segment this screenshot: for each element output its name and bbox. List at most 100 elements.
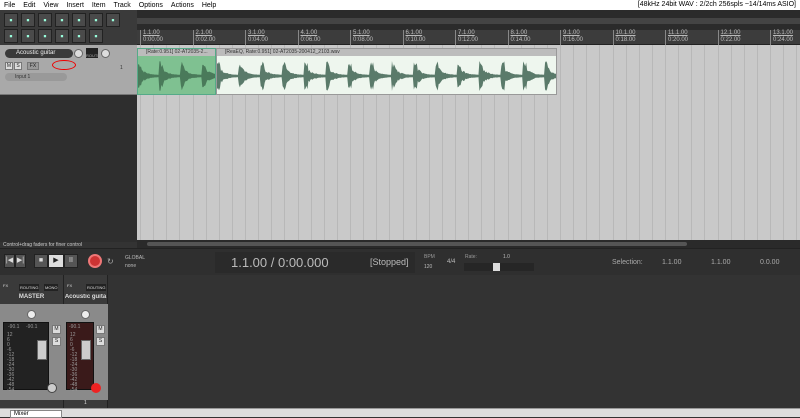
volume-fader[interactable]	[37, 340, 47, 360]
track-number: 1	[120, 65, 123, 71]
mute-button[interactable]: M	[5, 62, 13, 70]
grid-line	[625, 45, 627, 240]
position-readout: 1.1.00 / 0:00.000	[231, 255, 329, 270]
volume-fader[interactable]	[81, 340, 91, 360]
menu-insert[interactable]: Insert	[66, 2, 84, 9]
ruler-mark: 6.1.00 0:10.00	[402, 30, 426, 45]
ruler-mark: 4.1.00 0:06.00	[297, 30, 321, 45]
selection-length[interactable]: 0.0.00	[760, 259, 779, 266]
ruler-mark: 1.1.00 0:00.00	[140, 30, 163, 45]
input-select[interactable]: Input 1	[5, 73, 67, 81]
track-control-panel[interactable]: Acoustic guitar ROUTE M S FX Input 1 1	[0, 45, 137, 95]
selection-end[interactable]: 1.1.00	[711, 259, 730, 266]
menu-actions[interactable]: Actions	[171, 2, 194, 9]
grid-line	[783, 45, 785, 240]
grid-line	[756, 45, 758, 240]
bpm-value[interactable]: 120	[424, 264, 432, 270]
item-label: [ReaEQ, Rate:0.951] 02-AT2035-200412_210…	[217, 49, 556, 56]
redo-icon[interactable]: ▪	[89, 13, 103, 27]
menu-options[interactable]: Options	[139, 2, 163, 9]
solo-button[interactable]: S	[14, 62, 22, 70]
automation-mode[interactable]: none	[125, 263, 136, 269]
ruler-mark: 8.1.00 0:14.00	[507, 30, 531, 45]
route-button[interactable]: ROUTE	[86, 48, 100, 58]
grid-line	[586, 45, 588, 240]
track-name[interactable]: Acoustic guitar	[5, 49, 73, 58]
global-automation-label[interactable]: GLOBAL	[125, 255, 145, 261]
fx-button[interactable]: FX	[3, 283, 8, 288]
snap-icon[interactable]: ▪	[4, 29, 18, 43]
routing-button[interactable]: ROUTING	[86, 284, 107, 291]
time-display[interactable]: 1.1.00 / 0:00.000 [Stopped]	[215, 252, 415, 273]
routing-button[interactable]: ROUTING	[19, 284, 40, 291]
grid-line	[730, 45, 732, 240]
selection-label: Selection:	[612, 259, 643, 266]
fx-button[interactable]: FX	[27, 62, 39, 70]
menu-bar: File Edit View Insert Item Track Options Action…	[0, 0, 800, 10]
pan-knob[interactable]	[101, 49, 110, 58]
volume-knob[interactable]	[74, 49, 83, 58]
track-number: 1	[84, 400, 87, 406]
menu-track[interactable]: Track	[114, 2, 131, 9]
open-project-icon[interactable]: ▪	[21, 13, 35, 27]
solo-button[interactable]: S	[52, 337, 61, 346]
menu-edit[interactable]: Edit	[23, 2, 35, 9]
horizontal-scrollbar[interactable]	[137, 240, 800, 248]
ruler-mark: 9.1.00 0:16.00	[560, 30, 583, 45]
go-to-start-button[interactable]: |◀	[4, 254, 15, 268]
selection-start[interactable]: 1.1.00	[662, 259, 681, 266]
save-project-icon[interactable]: ▪	[38, 13, 52, 27]
record-arm-button[interactable]	[91, 383, 101, 393]
media-item[interactable]: [ReaEQ, Rate:0.951] 02-AT2035-200412_210…	[216, 48, 557, 95]
menu-item[interactable]: Item	[92, 2, 106, 9]
menu-help[interactable]: Help	[202, 2, 216, 9]
arrange-view[interactable]: [Rate:0.951] 02-AT2035-2... [ReaEQ, Rate…	[137, 45, 800, 240]
pan-knob[interactable]	[27, 310, 36, 319]
media-item-selected[interactable]: [Rate:0.951] 02-AT2035-2...	[137, 48, 216, 95]
lock-icon[interactable]: ▪	[89, 29, 103, 43]
play-button[interactable]: ▶	[48, 254, 64, 268]
time-signature[interactable]: 4/4	[447, 259, 455, 265]
grid-line	[691, 45, 693, 240]
rate-slider[interactable]	[464, 263, 534, 271]
menu-file[interactable]: File	[4, 2, 15, 9]
repeat-icon[interactable]: ↻	[107, 257, 114, 266]
project-settings-icon[interactable]: ▪	[55, 13, 69, 27]
mute-button[interactable]: M	[52, 325, 61, 334]
ripple-icon[interactable]: ▪	[21, 29, 35, 43]
pan-knob[interactable]	[81, 310, 90, 319]
stop-button[interactable]: ■	[34, 254, 48, 268]
grid-line	[717, 45, 719, 240]
grid-line	[612, 45, 614, 240]
envelope-button[interactable]	[52, 60, 76, 70]
ruler-mark: 3.1.00 0:04.00	[245, 30, 268, 45]
pause-button[interactable]: II	[64, 254, 78, 268]
grid-line	[770, 45, 771, 240]
docker-tabs: Mixer	[0, 408, 800, 418]
menu-view[interactable]: View	[43, 2, 58, 9]
mute-button[interactable]: M	[96, 325, 105, 334]
strip-name: Acoustic guita	[64, 294, 107, 300]
lines-icon[interactable]: ▪	[55, 29, 69, 43]
undo-icon[interactable]: ▪	[72, 13, 86, 27]
grid-line	[678, 45, 680, 240]
grid-line	[573, 45, 575, 240]
record-button[interactable]	[88, 254, 102, 268]
meter-scale-label: -54	[7, 387, 15, 393]
go-to-end-button[interactable]: ▶|	[15, 254, 26, 268]
mono-button[interactable]: MONO	[44, 284, 59, 291]
grid-line	[560, 45, 561, 240]
ruler-mark: 5.1.00 0:08.00	[350, 30, 373, 45]
grid-line	[796, 45, 798, 240]
solo-button[interactable]: S	[96, 337, 105, 346]
grid-icon[interactable]: ▪	[38, 29, 52, 43]
grid-line	[638, 45, 640, 240]
rate-label: Rate:	[465, 254, 477, 260]
loop-icon[interactable]: ▪	[72, 29, 86, 43]
timeline-ruler[interactable]: 1.1.00 0:00.00 2.1.00 0:02.00 3.1.00 0:04.00 4…	[137, 30, 800, 45]
gear-icon[interactable]	[47, 383, 57, 393]
new-project-icon[interactable]: ▪	[4, 13, 18, 27]
fx-button[interactable]: FX	[67, 283, 72, 288]
audio-status[interactable]: [48kHz 24bit WAV : 2/2ch 256spls ~14/14m…	[638, 1, 796, 8]
metronome-icon[interactable]: ▪	[106, 13, 120, 27]
